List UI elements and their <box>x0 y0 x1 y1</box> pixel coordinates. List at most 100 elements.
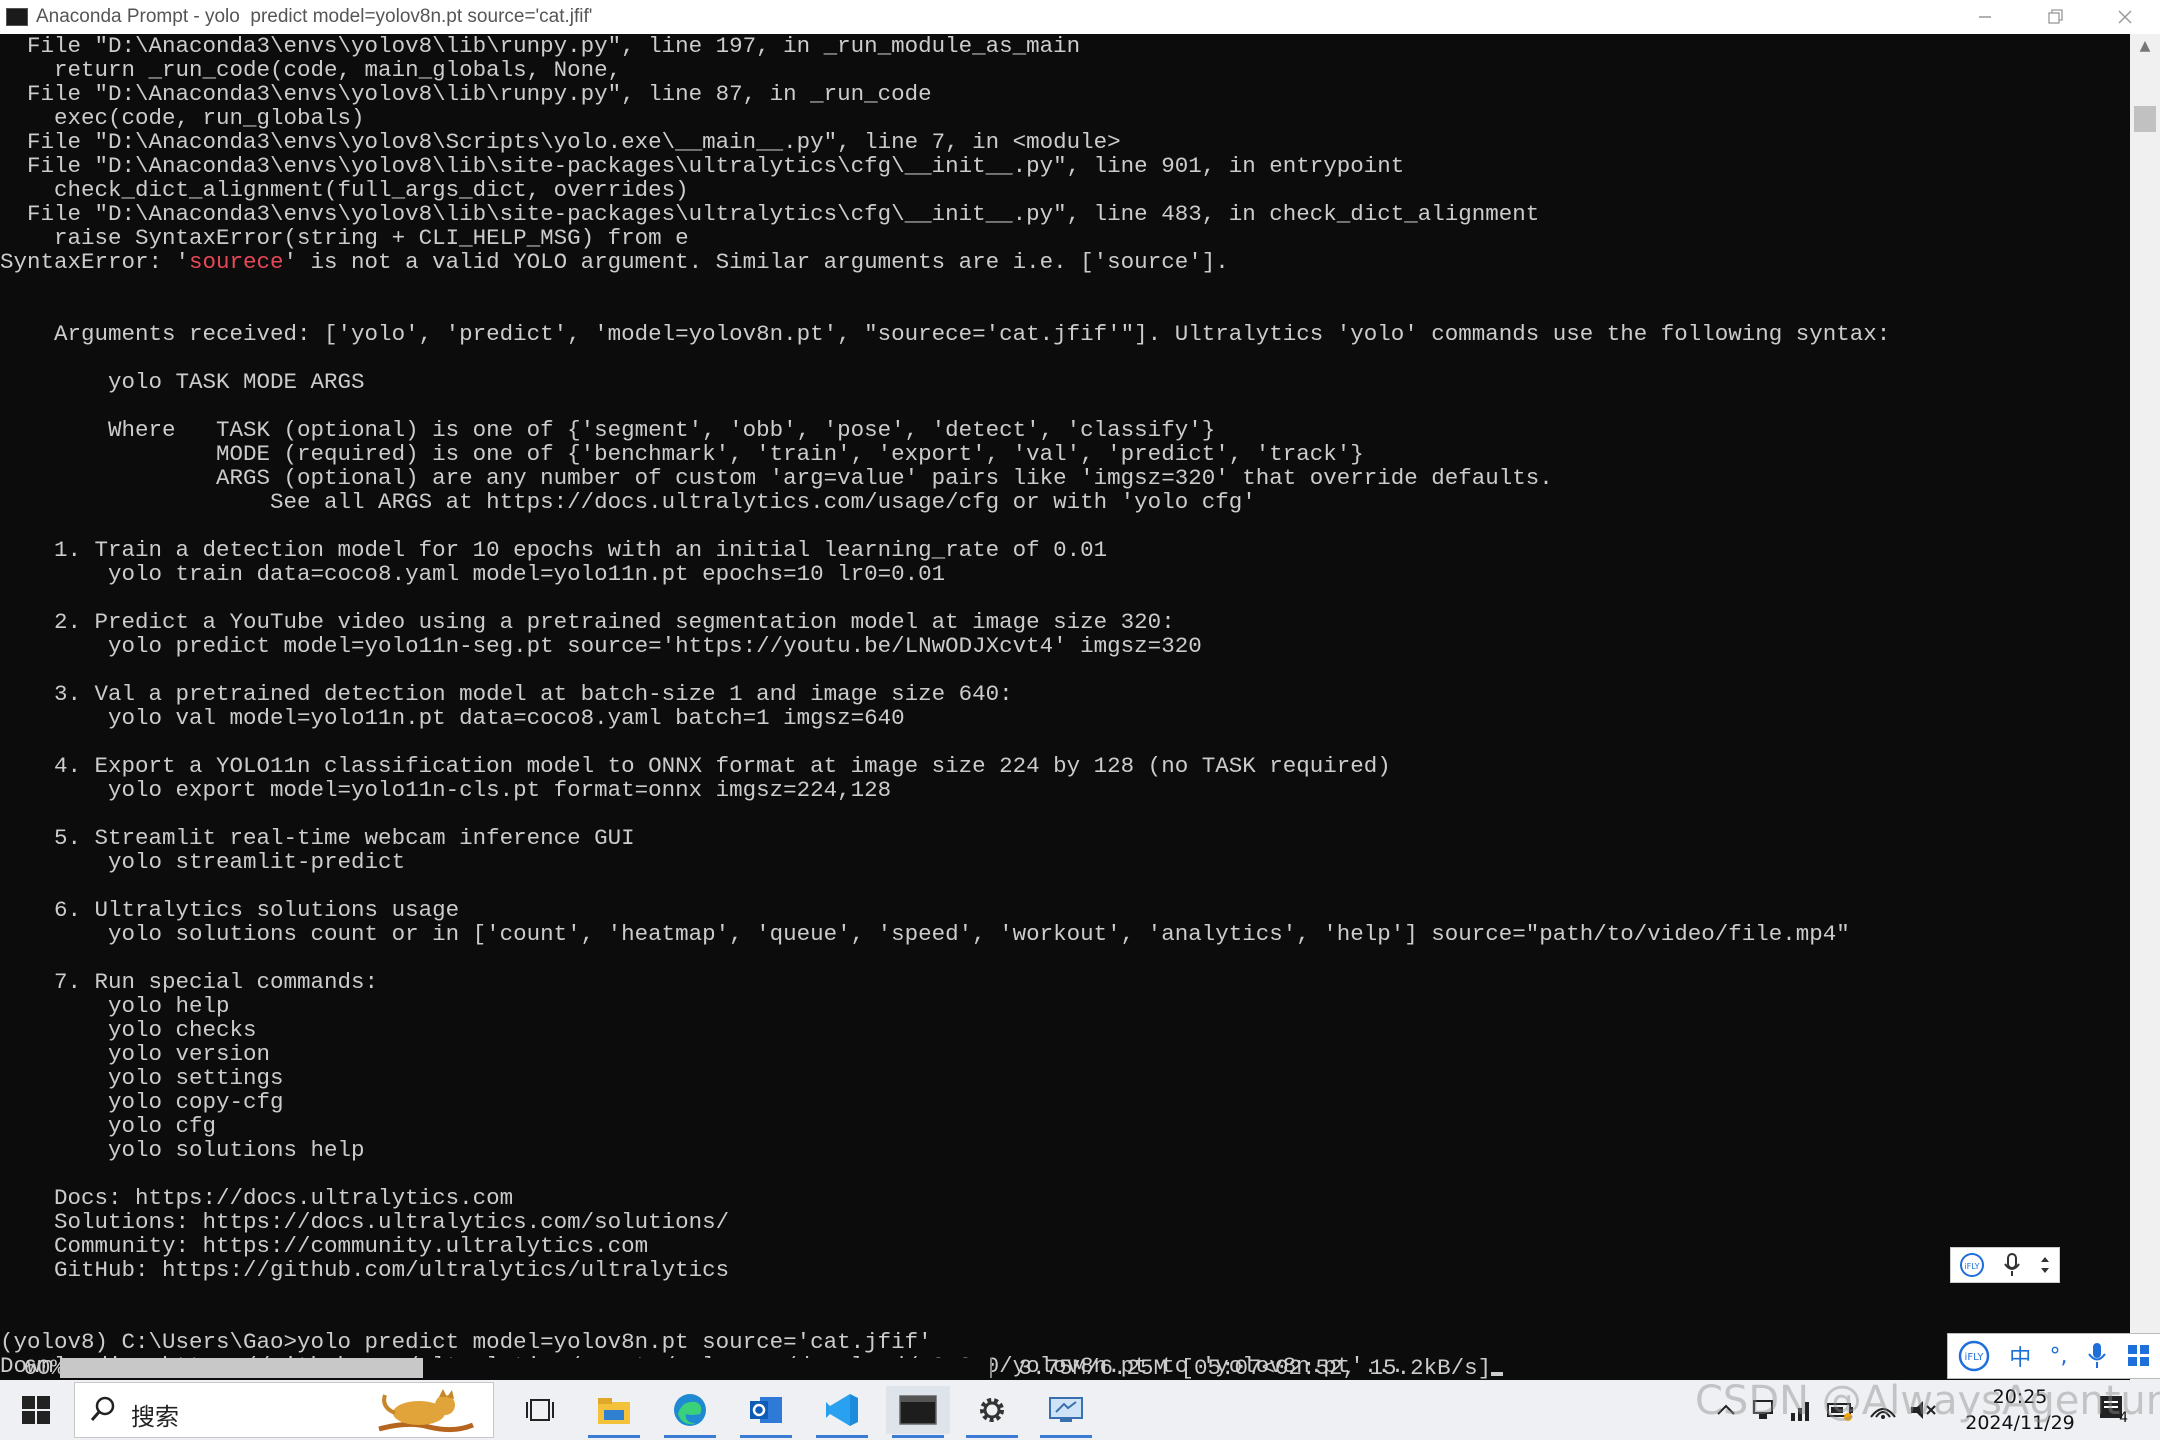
scroll-up-arrow-icon[interactable]: ▲ <box>2130 38 2160 62</box>
svg-text:iFLY: iFLY <box>1965 1352 1985 1363</box>
console-line: raise SyntaxError(string + CLI_HELP_MSG)… <box>0 225 689 251</box>
ifly-logo-icon[interactable]: iFLY <box>1959 1252 1985 1278</box>
console-line: 6. Ultralytics solutions usage <box>0 897 460 923</box>
console-line: yolo version <box>0 1041 271 1067</box>
console-output[interactable]: File "D:\Anaconda3\envs\yolov8\lib\runpy… <box>0 34 2130 1380</box>
console-line: 3. Val a pretrained detection model at b… <box>0 681 1013 707</box>
console-line: File "D:\Anaconda3\envs\yolov8\lib\runpy… <box>0 81 932 107</box>
close-icon <box>2118 10 2132 24</box>
console-line: yolo val model=yolo11n.pt data=coco8.yam… <box>0 705 905 731</box>
console-line: 7. Run special commands: <box>0 969 379 995</box>
console-line: yolo solutions count or in ['count', 'he… <box>0 921 1850 947</box>
console-line: return _run_code(code, main_globals, Non… <box>0 57 622 83</box>
task-view-button[interactable] <box>508 1386 572 1434</box>
svg-text:iFLY: iFLY <box>1965 1262 1980 1271</box>
console-line: yolo cfg <box>0 1113 217 1139</box>
restore-icon <box>2048 9 2063 24</box>
microphone-icon[interactable] <box>2086 1341 2108 1371</box>
console-line: exec(code, run_globals) <box>0 105 365 131</box>
console-line: 4. Export a YOLO11n classification model… <box>0 753 1391 779</box>
console-line: MODE (required) is one of {'benchmark', … <box>0 441 1364 467</box>
console-line: File "D:\Anaconda3\envs\yolov8\lib\runpy… <box>0 34 1081 59</box>
vscode-icon <box>826 1394 858 1426</box>
console-line: Where TASK (optional) is one of {'segmen… <box>0 417 1216 443</box>
download-progress-row: 60% 3.75M/6.25M [05:07<02:52, 15.2kB/s] <box>0 1356 2130 1380</box>
outlook-icon <box>750 1397 782 1423</box>
taskbar-search-box[interactable]: 搜索 <box>74 1382 494 1438</box>
ime-punctuation-mode[interactable]: °, <box>2049 1344 2067 1369</box>
active-indicator <box>1040 1435 1092 1438</box>
syntax-error-line: SyntaxError: 'sourece' is not a valid YO… <box>0 249 1229 275</box>
search-highlight-cat-icon <box>378 1389 474 1433</box>
active-indicator <box>588 1435 640 1438</box>
ime-status-bar[interactable]: iFLY 中 °, <box>1947 1333 2160 1379</box>
console-line: File "D:\Anaconda3\envs\yolov8\lib\site-… <box>0 201 1540 227</box>
taskbar: 搜索 20:25 2024/11/29 4 CSDN @AlwaysAgentu… <box>0 1378 2160 1440</box>
active-indicator <box>664 1435 716 1438</box>
more-icon[interactable] <box>2039 1252 2051 1278</box>
active-indicator <box>892 1435 944 1438</box>
minimize-button[interactable] <box>1950 0 2020 34</box>
active-indicator <box>966 1435 1018 1438</box>
scrollbar-thumb[interactable] <box>2134 106 2156 132</box>
download-stats: 3.75M/6.25M [05:07<02:52, 15.2kB/s] <box>1005 1356 1504 1380</box>
remote-desktop-icon <box>1049 1397 1083 1422</box>
console-line: yolo checks <box>0 1017 257 1043</box>
taskbar-edge-browser[interactable] <box>658 1386 722 1438</box>
close-button[interactable] <box>2090 0 2160 34</box>
microphone-icon[interactable] <box>2002 1252 2022 1278</box>
console-line: yolo settings <box>0 1065 284 1091</box>
taskbar-outlook[interactable] <box>734 1386 798 1438</box>
edge-browser-icon <box>674 1394 706 1426</box>
taskbar-terminal[interactable] <box>886 1386 950 1438</box>
progress-separator <box>990 1358 992 1378</box>
grid-icon[interactable] <box>2126 1343 2152 1369</box>
start-button[interactable] <box>14 1392 58 1428</box>
vertical-scrollbar[interactable]: ▲ ▼ <box>2130 34 2160 1380</box>
active-indicator <box>740 1435 792 1438</box>
console-line: yolo predict model=yolo11n-seg.pt source… <box>0 633 1202 659</box>
download-percent: 60% <box>10 1355 65 1381</box>
console-line: 2. Predict a YouTube video using a pretr… <box>0 609 1175 635</box>
error-highlight: sourece <box>189 249 284 275</box>
taskbar-settings[interactable] <box>960 1386 1024 1438</box>
file-explorer-icon <box>598 1398 630 1424</box>
console-line: File "D:\Anaconda3\envs\yolov8\lib\site-… <box>0 153 1405 179</box>
console-line: File "D:\Anaconda3\envs\yolov8\Scripts\y… <box>0 129 1121 155</box>
download-progress-fill <box>60 1358 423 1378</box>
console-line: check_dict_alignment(full_args_dict, ove… <box>0 177 689 203</box>
terminal-icon <box>899 1395 937 1425</box>
task-view-icon <box>526 1399 554 1421</box>
console-line: yolo solutions help <box>0 1137 365 1163</box>
console-line: yolo copy-cfg <box>0 1089 284 1115</box>
console-line: Solutions: https://docs.ultralytics.com/… <box>0 1209 730 1235</box>
console-app-icon <box>6 8 28 26</box>
restore-button[interactable] <box>2020 0 2090 34</box>
taskbar-file-explorer[interactable] <box>582 1386 646 1438</box>
taskbar-remote-desktop[interactable] <box>1034 1386 1098 1438</box>
ifly-logo-icon[interactable]: iFLY <box>1957 1339 1991 1373</box>
ime-mini-toolbar[interactable]: iFLY <box>1950 1247 2060 1283</box>
search-placeholder: 搜索 <box>131 1403 179 1431</box>
title-bar: Anaconda Prompt - yolo predict model=yol… <box>0 0 2160 34</box>
console-line: yolo streamlit-predict <box>0 849 406 875</box>
window-title: Anaconda Prompt - yolo predict model=yol… <box>36 6 593 27</box>
taskbar-vscode[interactable] <box>810 1386 874 1438</box>
console-line: yolo help <box>0 993 230 1019</box>
console-line: Community: https://community.ultralytics… <box>0 1233 649 1259</box>
ime-chinese-mode[interactable]: 中 <box>2009 1340 2031 1372</box>
download-progress-bar <box>60 1358 990 1378</box>
minimize-icon <box>1979 16 1991 18</box>
text-cursor <box>1491 1372 1504 1376</box>
